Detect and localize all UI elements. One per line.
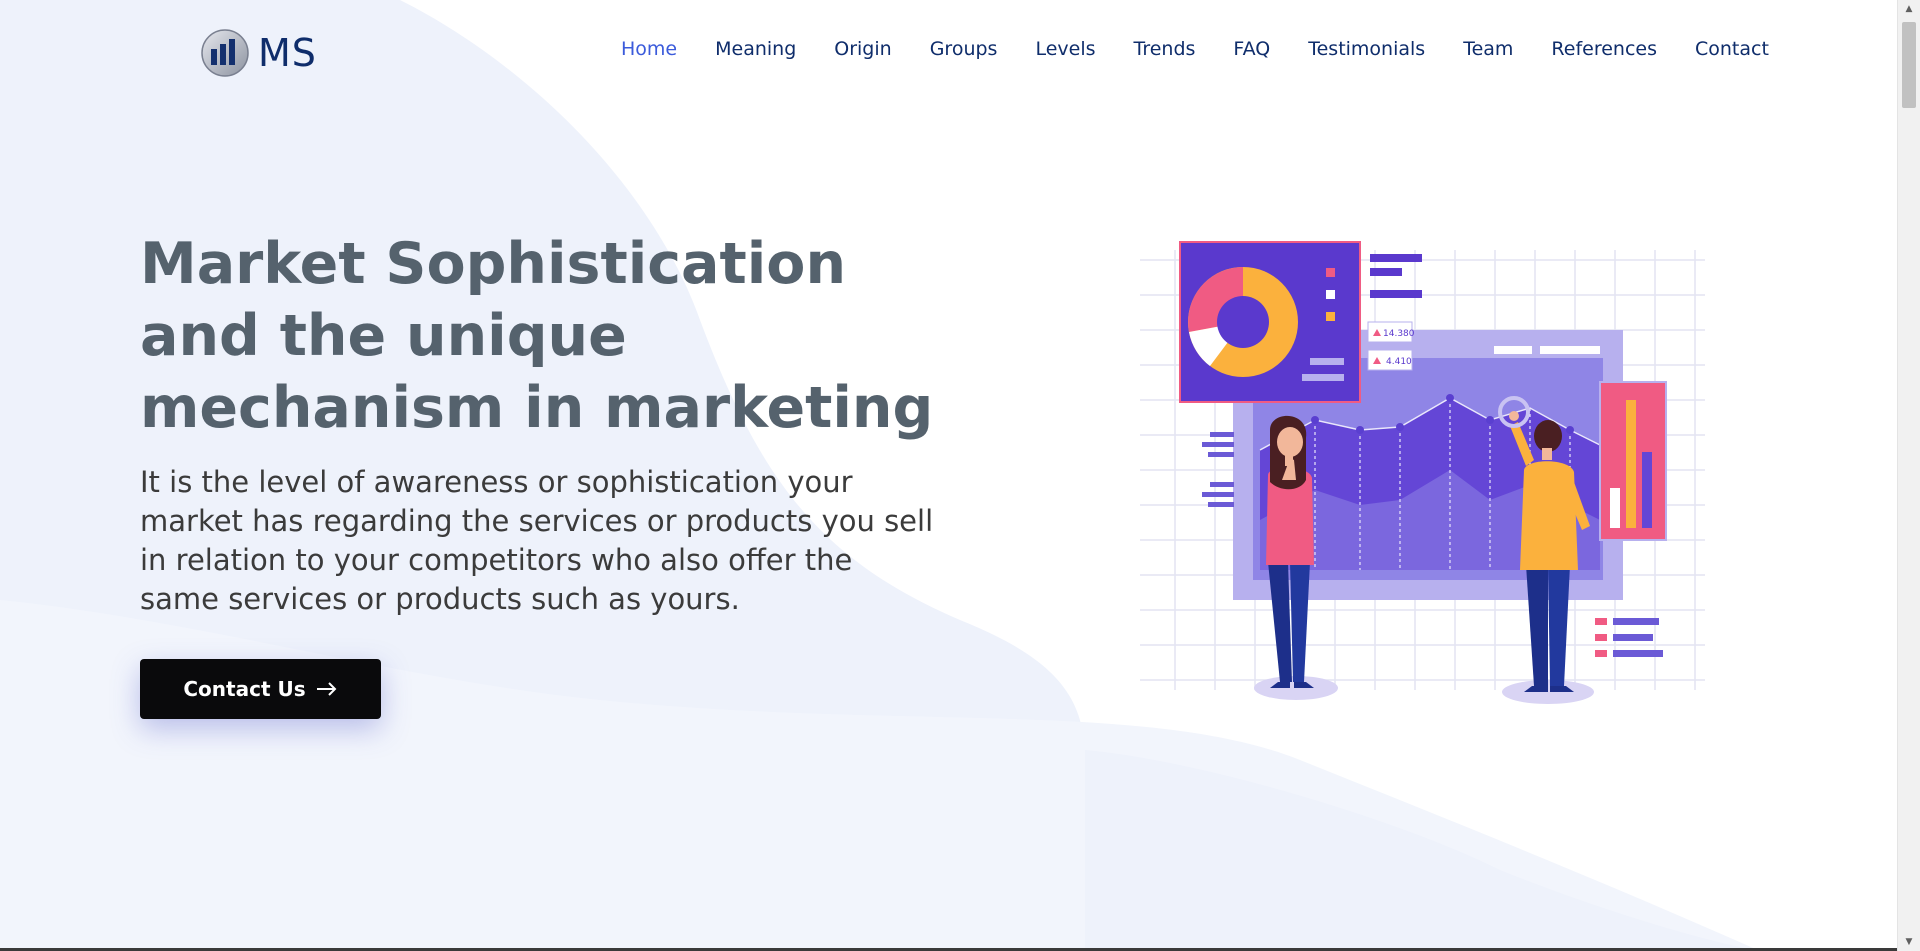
bar-chart-logo-icon <box>201 29 249 77</box>
nav-trends[interactable]: Trends <box>1134 38 1196 60</box>
nav-groups[interactable]: Groups <box>930 38 998 60</box>
stat-2-label: 4.410 <box>1386 357 1412 367</box>
nav-references[interactable]: References <box>1551 38 1657 60</box>
scroll-down-arrow-icon[interactable]: ▼ <box>1898 933 1920 951</box>
vertical-scrollbar[interactable]: ▲ ▼ <box>1897 0 1920 951</box>
analytics-illustration: 14.380 4.410 <box>1140 241 1705 704</box>
main-nav: Home Meaning Origin Groups Levels Trends… <box>621 38 1769 60</box>
hero-title: Market Sophistication and the unique mec… <box>140 231 934 441</box>
nav-home[interactable]: Home <box>621 38 677 60</box>
nav-origin[interactable]: Origin <box>834 38 891 60</box>
arrow-right-icon <box>316 682 337 696</box>
scroll-up-arrow-icon[interactable]: ▲ <box>1898 0 1920 18</box>
nav-team[interactable]: Team <box>1463 38 1513 60</box>
nav-faq[interactable]: FAQ <box>1233 38 1270 60</box>
brand-logo[interactable]: MS <box>200 28 317 78</box>
hero-description: It is the level of awareness or sophisti… <box>140 465 934 616</box>
contact-us-button[interactable]: Contact Us <box>140 659 381 719</box>
stat-1-label: 14.380 <box>1383 329 1415 339</box>
nav-levels[interactable]: Levels <box>1035 38 1095 60</box>
nav-contact[interactable]: Contact <box>1695 38 1769 60</box>
brand-name: MS <box>258 31 317 75</box>
nav-meaning[interactable]: Meaning <box>715 38 796 60</box>
contact-us-label: Contact Us <box>183 677 306 701</box>
site-header: MS Home Meaning Origin Groups Levels Tre… <box>0 0 1898 104</box>
scrollbar-thumb[interactable] <box>1902 22 1916 108</box>
nav-testimonials[interactable]: Testimonials <box>1308 38 1425 60</box>
